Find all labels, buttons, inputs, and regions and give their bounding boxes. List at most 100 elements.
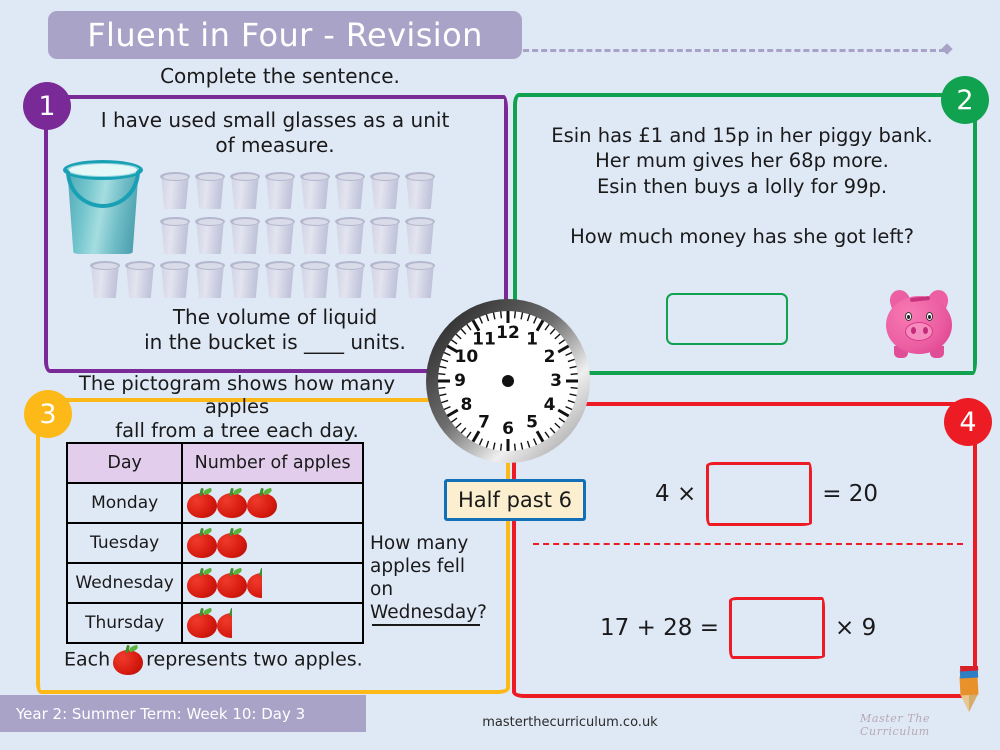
glass-icon (194, 217, 226, 254)
pictogram-day-cell: Tuesday (65, 522, 184, 564)
question-4-equation-2: 17 + 28 = × 9 (600, 597, 876, 659)
footer-website: masterthecurriculum.co.uk (482, 715, 658, 730)
question-1-prompt: Complete the sentence. (160, 64, 400, 88)
question-2-line-1: Esin has £1 and 15p in her piggy bank. (551, 124, 933, 147)
clock-time-text: Half past 6 (458, 488, 572, 512)
question-3-prompt: The pictogram shows how many apples fall… (52, 372, 422, 442)
footer-lesson-info: Year 2: Summer Term: Week 10: Day 3 (16, 704, 306, 723)
equation-2-left: 17 + 28 = (600, 615, 720, 641)
question-2-answer-box[interactable] (666, 293, 788, 345)
half-apple-icon (247, 568, 263, 598)
question-1-answer-line-2[interactable]: in the bucket is ____ units. (110, 330, 440, 355)
glass-icon (334, 172, 366, 209)
clock-numeral-4: 4 (544, 395, 556, 415)
question-2-story: Esin has £1 and 15p in her piggy bank. H… (530, 123, 954, 199)
table-row: Thursday (65, 602, 364, 644)
table-row: Monday (65, 482, 364, 524)
question-3-answer-line[interactable] (372, 624, 480, 626)
equation-2-answer-box[interactable] (729, 597, 826, 659)
question-2-line-3: Esin then buys a lolly for 99p. (596, 174, 888, 198)
clock-numeral-10: 10 (455, 347, 479, 367)
question-3-prompt-line-1: The pictogram shows how many apples (78, 372, 396, 419)
glass-row-3 (89, 261, 436, 298)
clock-numeral-11: 11 (472, 329, 496, 349)
clock-numeral-3: 3 (550, 371, 562, 391)
clock-numeral-12: 12 (496, 323, 520, 343)
worksheet-page: Fluent in Four - Revision 1 2 3 4 Comple… (0, 0, 1000, 750)
pictogram-day-cell: Thursday (65, 602, 184, 644)
glass-icon (89, 261, 121, 298)
apple-icon (187, 567, 218, 598)
title-dashed-rule (505, 49, 945, 55)
pictogram-key-suffix: represents two apples. (146, 648, 363, 671)
page-title: Fluent in Four - Revision (87, 16, 483, 54)
footer-lesson-banner: Year 2: Summer Term: Week 10: Day 3 (0, 695, 366, 732)
clock-numeral-1: 1 (526, 329, 538, 349)
apple-icon (217, 527, 248, 558)
apple-icon (113, 644, 144, 675)
glass-icon (369, 261, 401, 298)
pictogram-key: Each represents two apples. (64, 644, 394, 675)
glass-icon (159, 172, 191, 209)
clock-numeral-5: 5 (526, 413, 538, 433)
clock-numeral-6: 6 (502, 419, 514, 439)
question-1-answer-line-1: The volume of liquid (172, 305, 378, 329)
piggy-bank-icon (880, 287, 958, 360)
question-3-number-badge: 3 (24, 390, 72, 438)
clock-numeral-9: 9 (454, 371, 466, 391)
glass-icon (194, 261, 226, 298)
question-4-number-badge: 4 (944, 398, 992, 446)
brand-logo-text: Master The Curriculum (860, 712, 931, 738)
glass-row-2 (159, 217, 436, 254)
clock-numeral-7: 7 (478, 413, 490, 433)
glass-icon (299, 172, 331, 209)
clock-numeral-2: 2 (544, 347, 556, 367)
apple-icon (217, 567, 248, 598)
pictogram-header-day: Day (65, 442, 184, 484)
glass-icon (229, 217, 261, 254)
glass-icon (404, 172, 436, 209)
clock-time-label: Half past 6 (444, 479, 586, 521)
equation-1-right: = 20 (822, 481, 879, 507)
equation-2-right: × 9 (835, 615, 877, 641)
question-3-question-line-3: Wednesday? (370, 602, 487, 624)
table-row: Tuesday (65, 522, 364, 564)
glass-icon (264, 217, 296, 254)
glass-icon (194, 172, 226, 209)
pictogram-day-cell: Monday (65, 482, 184, 524)
glass-icon (229, 172, 261, 209)
glass-row-1 (159, 172, 436, 209)
glass-icon (299, 261, 331, 298)
glass-icon (299, 217, 331, 254)
brand-logo: Master The Curriculum (860, 666, 985, 738)
glass-icon (334, 261, 366, 298)
pictogram-day-cell: Wednesday (65, 562, 184, 604)
apple-icon (187, 607, 218, 638)
question-1-answer-sentence: The volume of liquid in the bucket is __… (110, 305, 440, 354)
glass-icon (124, 261, 156, 298)
glass-icon (334, 217, 366, 254)
question-1-number-badge: 1 (23, 82, 71, 130)
question-3-question: How many apples fell on Wednesday? (370, 532, 490, 625)
glass-icon (159, 261, 191, 298)
glass-icon (264, 172, 296, 209)
equation-1-answer-box[interactable] (706, 462, 813, 526)
question-2-number-badge: 2 (941, 76, 989, 124)
glass-icon (404, 217, 436, 254)
question-2-line-2: Her mum gives her 68p more. (595, 149, 889, 173)
equation-1-left: 4 × (655, 481, 697, 507)
apple-icon (217, 487, 248, 518)
apple-icon (187, 527, 218, 558)
apple-icon (187, 487, 218, 518)
page-title-banner: Fluent in Four - Revision (48, 11, 522, 59)
pictogram-key-prefix: Each (64, 648, 111, 671)
pictogram-apples-cell (181, 602, 364, 644)
question-2-question: How much money has she got left? (570, 225, 914, 248)
question-4-equation-1: 4 × = 20 (655, 462, 878, 526)
pictogram-table: Day Number of apples Monday Tuesday Wednes… (65, 442, 364, 644)
glass-icon (404, 261, 436, 298)
half-apple-icon (217, 608, 233, 638)
glass-icon (369, 217, 401, 254)
glass-icon (229, 261, 261, 298)
question-4-divider (533, 543, 963, 545)
